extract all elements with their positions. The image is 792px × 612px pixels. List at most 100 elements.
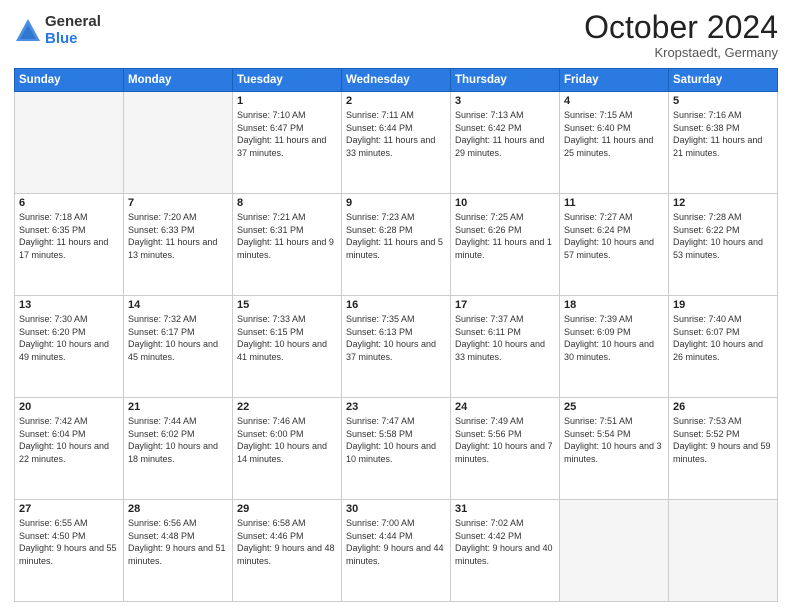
day-detail: Sunrise: 7:18 AM Sunset: 6:35 PM Dayligh… (19, 211, 119, 261)
day-detail: Sunrise: 7:53 AM Sunset: 5:52 PM Dayligh… (673, 415, 773, 465)
calendar-cell (124, 92, 233, 194)
calendar-cell: 17 Sunrise: 7:37 AM Sunset: 6:11 PM Dayli… (451, 296, 560, 398)
header: General Blue October 2024 Kropstaedt, Ge… (14, 10, 778, 60)
calendar-cell: 16 Sunrise: 7:35 AM Sunset: 6:13 PM Dayli… (342, 296, 451, 398)
title-block: October 2024 Kropstaedt, Germany (584, 10, 778, 60)
day-number: 23 (346, 401, 446, 413)
day-number: 22 (237, 401, 337, 413)
day-detail: Sunrise: 7:42 AM Sunset: 6:04 PM Dayligh… (19, 415, 119, 465)
weekday-header-tuesday: Tuesday (233, 69, 342, 92)
day-detail: Sunrise: 7:20 AM Sunset: 6:33 PM Dayligh… (128, 211, 228, 261)
day-number: 6 (19, 197, 119, 209)
day-number: 10 (455, 197, 555, 209)
day-detail: Sunrise: 7:40 AM Sunset: 6:07 PM Dayligh… (673, 313, 773, 363)
day-detail: Sunrise: 7:21 AM Sunset: 6:31 PM Dayligh… (237, 211, 337, 261)
calendar-table: SundayMondayTuesdayWednesdayThursdayFrid… (14, 68, 778, 602)
day-number: 20 (19, 401, 119, 413)
calendar-cell: 28 Sunrise: 6:56 AM Sunset: 4:48 PM Dayli… (124, 500, 233, 602)
day-detail: Sunrise: 7:32 AM Sunset: 6:17 PM Dayligh… (128, 313, 228, 363)
calendar-cell: 15 Sunrise: 7:33 AM Sunset: 6:15 PM Dayli… (233, 296, 342, 398)
day-number: 15 (237, 299, 337, 311)
day-detail: Sunrise: 7:25 AM Sunset: 6:26 PM Dayligh… (455, 211, 555, 261)
day-number: 26 (673, 401, 773, 413)
calendar-cell: 23 Sunrise: 7:47 AM Sunset: 5:58 PM Dayli… (342, 398, 451, 500)
weekday-header-wednesday: Wednesday (342, 69, 451, 92)
day-detail: Sunrise: 7:15 AM Sunset: 6:40 PM Dayligh… (564, 109, 664, 159)
day-detail: Sunrise: 7:23 AM Sunset: 6:28 PM Dayligh… (346, 211, 446, 261)
calendar-cell: 26 Sunrise: 7:53 AM Sunset: 5:52 PM Dayli… (669, 398, 778, 500)
day-number: 25 (564, 401, 664, 413)
day-detail: Sunrise: 7:39 AM Sunset: 6:09 PM Dayligh… (564, 313, 664, 363)
weekday-header-sunday: Sunday (15, 69, 124, 92)
calendar-cell: 31 Sunrise: 7:02 AM Sunset: 4:42 PM Dayli… (451, 500, 560, 602)
calendar-cell: 2Sunrise: 7:11 AM Sunset: 6:44 PM Daylig… (342, 92, 451, 194)
day-detail: Sunrise: 7:46 AM Sunset: 6:00 PM Dayligh… (237, 415, 337, 465)
calendar-cell: 29Sunrise: 6:58 AM Sunset: 4:46 PM Dayli… (233, 500, 342, 602)
day-number: 7 (128, 197, 228, 209)
day-detail: Sunrise: 7:10 AM Sunset: 6:47 PM Dayligh… (237, 109, 337, 159)
day-number: 24 (455, 401, 555, 413)
logo-blue-text: Blue (45, 31, 101, 48)
weekday-header-thursday: Thursday (451, 69, 560, 92)
day-detail: Sunrise: 7:28 AM Sunset: 6:22 PM Dayligh… (673, 211, 773, 261)
location: Kropstaedt, Germany (584, 45, 778, 60)
calendar-cell: 11Sunrise: 7:27 AM Sunset: 6:24 PM Dayli… (560, 194, 669, 296)
day-number: 30 (346, 503, 446, 515)
day-detail: Sunrise: 7:30 AM Sunset: 6:20 PM Dayligh… (19, 313, 119, 363)
day-detail: Sunrise: 7:02 AM Sunset: 4:42 PM Dayligh… (455, 517, 555, 567)
logo: General Blue (14, 14, 101, 47)
day-detail: Sunrise: 7:51 AM Sunset: 5:54 PM Dayligh… (564, 415, 664, 465)
calendar-cell: 19 Sunrise: 7:40 AM Sunset: 6:07 PM Dayli… (669, 296, 778, 398)
day-detail: Sunrise: 7:33 AM Sunset: 6:15 PM Dayligh… (237, 313, 337, 363)
calendar-cell: 22 Sunrise: 7:46 AM Sunset: 6:00 PM Dayli… (233, 398, 342, 500)
day-detail: Sunrise: 7:35 AM Sunset: 6:13 PM Dayligh… (346, 313, 446, 363)
calendar-cell: 8Sunrise: 7:21 AM Sunset: 6:31 PM Daylig… (233, 194, 342, 296)
calendar-cell (560, 500, 669, 602)
calendar-cell: 30 Sunrise: 7:00 AM Sunset: 4:44 PM Dayli… (342, 500, 451, 602)
calendar-cell: 3 Sunrise: 7:13 AM Sunset: 6:42 PM Daylig… (451, 92, 560, 194)
day-detail: Sunrise: 7:37 AM Sunset: 6:11 PM Dayligh… (455, 313, 555, 363)
calendar-cell: 5 Sunrise: 7:16 AM Sunset: 6:38 PM Daylig… (669, 92, 778, 194)
day-number: 3 (455, 95, 555, 107)
day-number: 5 (673, 95, 773, 107)
day-detail: Sunrise: 7:47 AM Sunset: 5:58 PM Dayligh… (346, 415, 446, 465)
day-number: 29 (237, 503, 337, 515)
day-number: 9 (346, 197, 446, 209)
logo-icon (14, 17, 42, 45)
day-detail: Sunrise: 7:44 AM Sunset: 6:02 PM Dayligh… (128, 415, 228, 465)
day-number: 19 (673, 299, 773, 311)
calendar-cell: 4 Sunrise: 7:15 AM Sunset: 6:40 PM Daylig… (560, 92, 669, 194)
day-number: 18 (564, 299, 664, 311)
calendar-cell: 24 Sunrise: 7:49 AM Sunset: 5:56 PM Dayli… (451, 398, 560, 500)
weekday-header-saturday: Saturday (669, 69, 778, 92)
calendar-cell: 10 Sunrise: 7:25 AM Sunset: 6:26 PM Dayli… (451, 194, 560, 296)
day-number: 16 (346, 299, 446, 311)
calendar-cell: 9 Sunrise: 7:23 AM Sunset: 6:28 PM Daylig… (342, 194, 451, 296)
day-number: 1 (237, 95, 337, 107)
day-number: 4 (564, 95, 664, 107)
calendar-cell: 7 Sunrise: 7:20 AM Sunset: 6:33 PM Daylig… (124, 194, 233, 296)
day-detail: Sunrise: 7:13 AM Sunset: 6:42 PM Dayligh… (455, 109, 555, 159)
day-number: 14 (128, 299, 228, 311)
day-number: 28 (128, 503, 228, 515)
weekday-header-monday: Monday (124, 69, 233, 92)
logo-general-text: General (45, 14, 101, 31)
calendar-cell: 20 Sunrise: 7:42 AM Sunset: 6:04 PM Dayli… (15, 398, 124, 500)
calendar-cell: 18 Sunrise: 7:39 AM Sunset: 6:09 PM Dayli… (560, 296, 669, 398)
calendar-cell: 14 Sunrise: 7:32 AM Sunset: 6:17 PM Dayli… (124, 296, 233, 398)
weekday-header-friday: Friday (560, 69, 669, 92)
day-detail: Sunrise: 6:55 AM Sunset: 4:50 PM Dayligh… (19, 517, 119, 567)
day-number: 2 (346, 95, 446, 107)
day-number: 17 (455, 299, 555, 311)
day-number: 13 (19, 299, 119, 311)
calendar-cell: 21Sunrise: 7:44 AM Sunset: 6:02 PM Dayli… (124, 398, 233, 500)
calendar-cell: 6 Sunrise: 7:18 AM Sunset: 6:35 PM Daylig… (15, 194, 124, 296)
day-detail: Sunrise: 7:16 AM Sunset: 6:38 PM Dayligh… (673, 109, 773, 159)
day-number: 31 (455, 503, 555, 515)
day-number: 12 (673, 197, 773, 209)
day-detail: Sunrise: 7:49 AM Sunset: 5:56 PM Dayligh… (455, 415, 555, 465)
day-detail: Sunrise: 7:00 AM Sunset: 4:44 PM Dayligh… (346, 517, 446, 567)
day-detail: Sunrise: 7:27 AM Sunset: 6:24 PM Dayligh… (564, 211, 664, 261)
day-number: 27 (19, 503, 119, 515)
day-detail: Sunrise: 6:56 AM Sunset: 4:48 PM Dayligh… (128, 517, 228, 567)
